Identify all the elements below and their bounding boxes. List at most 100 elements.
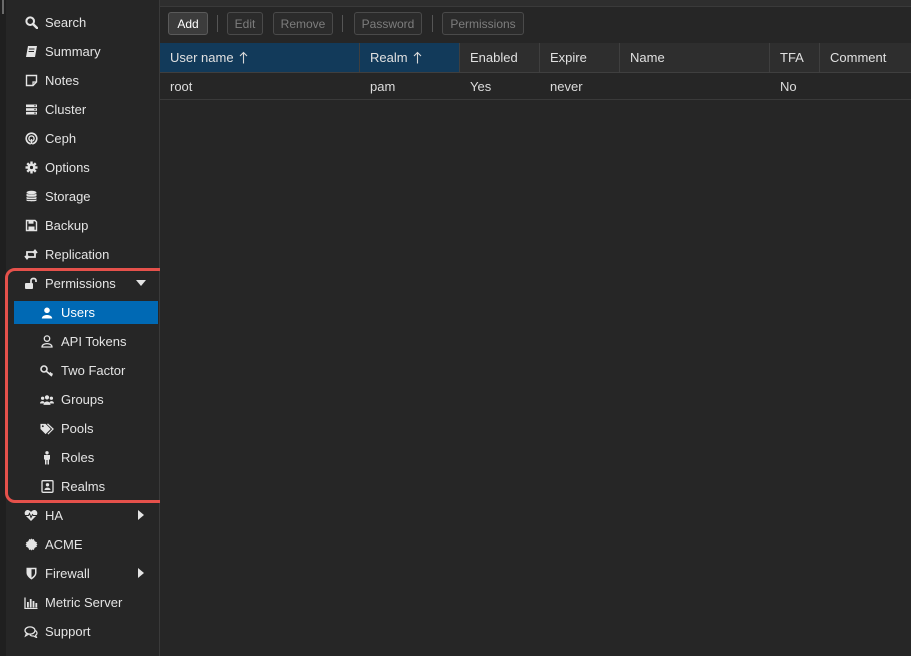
search-icon xyxy=(24,16,38,30)
sidebar-item-label: API Tokens xyxy=(61,334,127,349)
sort-ascending-icon xyxy=(413,51,422,64)
sidebar-item-options[interactable]: Options xyxy=(14,156,158,179)
retweet-icon xyxy=(24,248,38,262)
password-button[interactable]: Password xyxy=(354,12,422,35)
database-icon xyxy=(24,190,38,204)
sidebar-item-acme[interactable]: ACME xyxy=(14,533,158,556)
sidebar-item-ceph[interactable]: Ceph xyxy=(14,127,158,150)
sidebar-item-label: Permissions xyxy=(45,276,116,291)
sidebar-item-notes[interactable]: Notes xyxy=(14,69,158,92)
sidebar-item-label: Users xyxy=(61,305,95,320)
user-icon xyxy=(40,306,54,320)
sidebar-item-search[interactable]: Search xyxy=(14,11,158,34)
toolbar-separator xyxy=(217,15,218,32)
users-grid-header: User name Realm Enabled Expire Name TFA … xyxy=(160,43,911,73)
sidebar-item-label: Storage xyxy=(45,189,91,204)
sidebar-item-realms[interactable]: Realms xyxy=(14,475,158,498)
book-icon xyxy=(24,45,38,59)
sidebar-item-replication[interactable]: Replication xyxy=(14,243,158,266)
sidebar-item-label: Groups xyxy=(61,392,104,407)
sidebar-item-label: Search xyxy=(45,15,87,30)
sidebar-item-label: HA xyxy=(45,508,64,523)
sidebar: Search Summary Notes Cluster Ceph Option… xyxy=(6,0,160,656)
table-row[interactable]: root pam Yes never No xyxy=(160,73,911,100)
column-header-comment[interactable]: Comment xyxy=(820,43,911,72)
sidebar-item-ha[interactable]: HA xyxy=(14,504,158,527)
column-header-enabled[interactable]: Enabled xyxy=(460,43,540,72)
server-icon xyxy=(24,103,38,117)
cell-user-name: root xyxy=(170,78,193,94)
sidebar-item-label: Notes xyxy=(45,73,79,88)
sidebar-item-label: Summary xyxy=(45,44,101,59)
sidebar-item-permissions[interactable]: Permissions xyxy=(14,272,158,295)
sidebar-item-label: ACME xyxy=(45,537,83,552)
sidebar-item-roles[interactable]: Roles xyxy=(14,446,158,469)
gear-icon xyxy=(24,161,38,175)
sort-ascending-icon xyxy=(239,51,248,64)
caret-down-icon[interactable] xyxy=(136,278,146,288)
bar-chart-icon xyxy=(24,596,38,610)
unlock-icon xyxy=(24,277,38,291)
toolbar: Add Edit Remove Password Permissions xyxy=(160,7,911,42)
cell-comment xyxy=(820,73,911,99)
column-header-name[interactable]: Name xyxy=(620,43,770,72)
sidebar-item-label: Backup xyxy=(45,218,89,233)
sidebar-item-support[interactable]: Support xyxy=(14,620,158,643)
column-header-realm[interactable]: Realm xyxy=(360,43,460,72)
permissions-button[interactable]: Permissions xyxy=(442,12,524,35)
cell-enabled: Yes xyxy=(470,78,492,94)
note-icon xyxy=(24,74,38,88)
app-root: Search Summary Notes Cluster Ceph Option… xyxy=(0,0,911,656)
sidebar-item-firewall[interactable]: Firewall xyxy=(14,562,158,585)
cell-tfa: No xyxy=(780,78,797,94)
sidebar-item-label: Firewall xyxy=(45,566,90,581)
heartbeat-icon xyxy=(24,509,38,523)
sidebar-item-groups[interactable]: Groups xyxy=(14,388,158,411)
sidebar-item-label: Roles xyxy=(61,450,95,465)
sidebar-item-summary[interactable]: Summary xyxy=(14,40,158,63)
certificate-icon xyxy=(24,538,38,552)
sidebar-item-label: Options xyxy=(45,160,90,175)
key-icon xyxy=(40,364,54,378)
users-grid-body xyxy=(160,100,911,656)
sidebar-item-two-factor[interactable]: Two Factor xyxy=(14,359,158,382)
ceph-icon xyxy=(24,132,38,146)
sidebar-item-label: Replication xyxy=(45,247,110,262)
sidebar-item-api-tokens[interactable]: API Tokens xyxy=(14,330,158,353)
sidebar-item-storage[interactable]: Storage xyxy=(14,185,158,208)
sidebar-item-label: Realms xyxy=(61,479,106,494)
shield-icon xyxy=(24,567,38,581)
top-strip xyxy=(160,0,911,7)
floppy-icon xyxy=(24,219,38,233)
sidebar-item-label: Cluster xyxy=(45,102,87,117)
sidebar-item-pools[interactable]: Pools xyxy=(14,417,158,440)
toolbar-separator xyxy=(342,15,343,32)
column-header-expire[interactable]: Expire xyxy=(540,43,620,72)
comments-icon xyxy=(24,625,38,639)
sidebar-item-backup[interactable]: Backup xyxy=(14,214,158,237)
edit-button[interactable]: Edit xyxy=(227,12,263,35)
cell-name xyxy=(620,73,770,99)
sidebar-item-users[interactable]: Users xyxy=(14,301,158,324)
sidebar-item-label: Support xyxy=(45,624,91,639)
male-icon xyxy=(40,450,54,465)
sidebar-item-label: Ceph xyxy=(45,131,77,146)
remove-button[interactable]: Remove xyxy=(273,12,333,35)
sidebar-item-cluster[interactable]: Cluster xyxy=(14,98,158,121)
cell-expire: never xyxy=(550,78,583,94)
address-book-icon xyxy=(40,480,54,494)
sidebar-item-label: Pools xyxy=(61,421,94,436)
toolbar-separator xyxy=(432,15,433,32)
column-header-user-name[interactable]: User name xyxy=(160,43,360,72)
sidebar-item-label: Two Factor xyxy=(61,363,126,378)
users-icon xyxy=(40,393,54,407)
caret-right-icon[interactable] xyxy=(136,510,146,520)
sidebar-item-metric-server[interactable]: Metric Server xyxy=(14,591,158,614)
tags-icon xyxy=(40,422,54,436)
sidebar-item-label: Metric Server xyxy=(45,595,123,610)
caret-right-icon[interactable] xyxy=(136,568,146,578)
cell-realm: pam xyxy=(370,78,396,94)
add-button[interactable]: Add xyxy=(168,12,208,35)
column-header-tfa[interactable]: TFA xyxy=(770,43,820,72)
user-outline-icon xyxy=(40,335,54,349)
